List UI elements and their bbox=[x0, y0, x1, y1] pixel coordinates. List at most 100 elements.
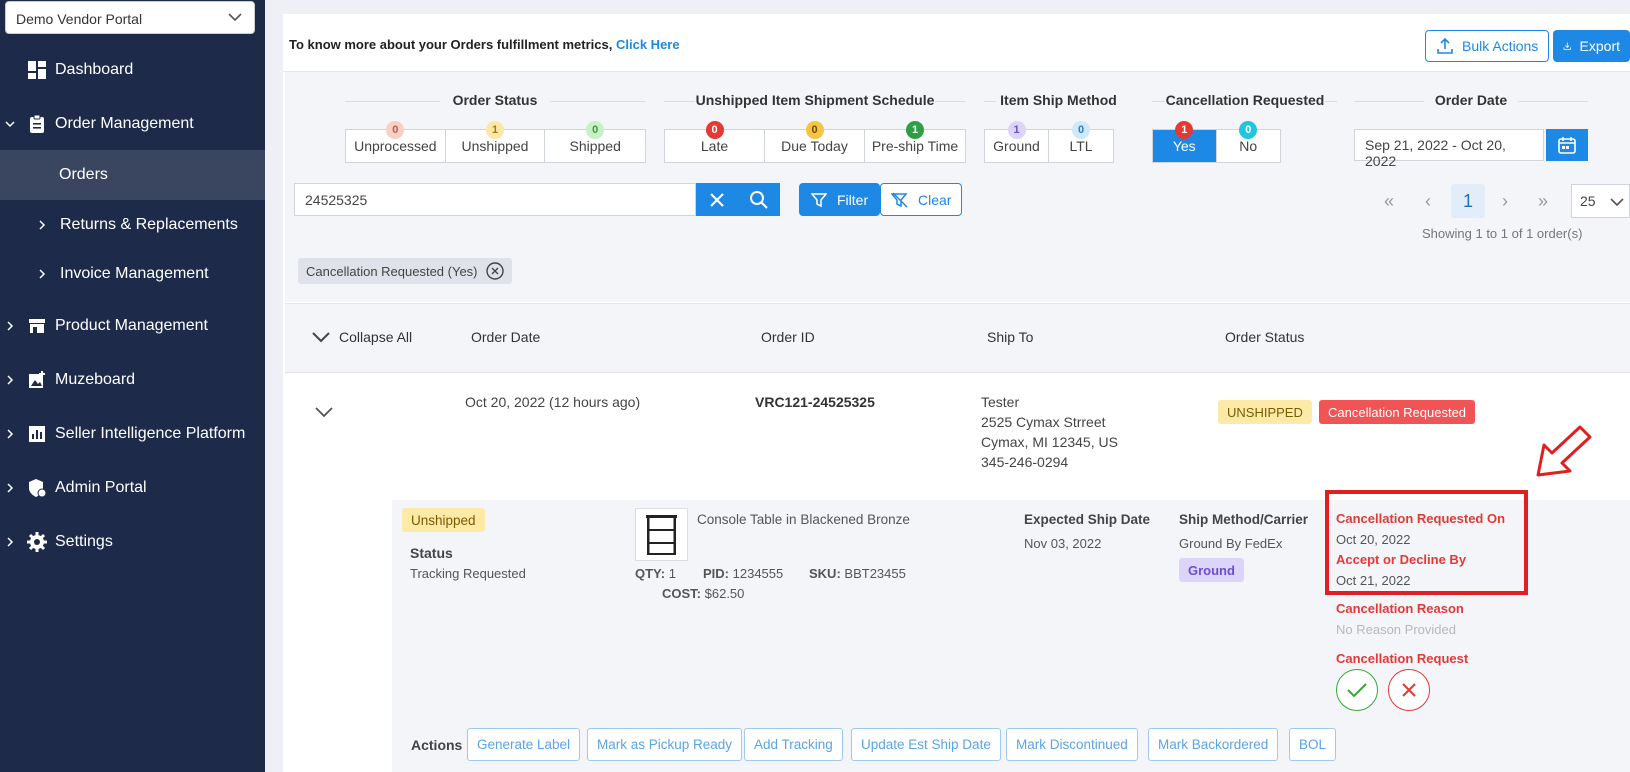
cancellation-title: Cancellation Requested bbox=[1165, 92, 1325, 108]
page-size-select[interactable]: 25 bbox=[1571, 184, 1630, 218]
cancel-request-label: Cancellation Request bbox=[1336, 651, 1469, 666]
chevron-right-icon bbox=[7, 321, 14, 331]
ship-method-filter: 1 Ground 0 LTL bbox=[984, 121, 1114, 163]
product-name[interactable]: Console Table in Blackened Bronze bbox=[697, 512, 910, 527]
results-count: Showing 1 to 1 of 1 order(s) bbox=[1422, 226, 1583, 241]
order-status-filter: 0 Unprocessed 1 Unshipped 0 Shipped bbox=[345, 121, 646, 163]
count-badge: 0 bbox=[705, 121, 724, 139]
expected-ship-value: Nov 03, 2022 bbox=[1024, 536, 1102, 551]
sidebar-item-label: Muzeboard bbox=[55, 371, 136, 388]
current-page[interactable]: 1 bbox=[1451, 184, 1485, 218]
last-page-button[interactable]: » bbox=[1528, 184, 1558, 218]
filter-cancellation-yes[interactable]: 1 Yes bbox=[1153, 121, 1217, 162]
vendor-select[interactable]: Demo Vendor Portal bbox=[5, 1, 255, 34]
chevron-right-icon bbox=[7, 537, 14, 547]
filter-due-today[interactable]: 0 Due Today bbox=[765, 121, 865, 162]
pid: PID: 1234555 bbox=[703, 566, 784, 581]
sidebar-item-muzeboard[interactable]: Muzeboard bbox=[0, 360, 265, 400]
bol-button[interactable]: BOL bbox=[1289, 728, 1337, 761]
count-badge: 1 bbox=[486, 121, 504, 139]
filter-ltl[interactable]: 0 LTL bbox=[1049, 121, 1113, 162]
collapse-all-button[interactable]: Collapse All bbox=[339, 329, 412, 345]
update-est-ship-date-button[interactable]: Update Est Ship Date bbox=[851, 728, 1001, 761]
sidebar-item-orders[interactable]: Orders bbox=[0, 150, 265, 200]
mark-backordered-button[interactable]: Mark Backordered bbox=[1148, 728, 1279, 761]
chevron-right-icon bbox=[7, 375, 14, 385]
clipboard-icon bbox=[30, 114, 44, 133]
sidebar-item-label: Product Management bbox=[55, 317, 208, 334]
filter-button[interactable]: Filter bbox=[799, 183, 881, 216]
sidebar-item-returns[interactable]: Returns & Replacements bbox=[0, 205, 265, 245]
check-icon bbox=[1347, 683, 1367, 698]
clear-filter-button[interactable]: Clear bbox=[880, 183, 963, 216]
chevron-down-icon bbox=[5, 121, 15, 128]
decline-cancellation-button[interactable] bbox=[1388, 669, 1430, 711]
cancel-requested-on-label: Cancellation Requested On bbox=[1336, 511, 1506, 526]
chevron-right-icon bbox=[7, 429, 14, 439]
sidebar-item-label: Admin Portal bbox=[55, 479, 147, 496]
clear-search-button[interactable] bbox=[696, 183, 738, 216]
chevron-right-icon bbox=[39, 220, 46, 230]
cost: COST: $62.50 bbox=[662, 586, 745, 601]
metrics-link[interactable]: Click Here bbox=[616, 37, 680, 52]
sidebar-item-seller-intelligence[interactable]: Seller Intelligence Platform bbox=[0, 414, 265, 454]
next-page-button[interactable]: › bbox=[1490, 184, 1520, 218]
sidebar-item-label: Seller Intelligence Platform bbox=[55, 425, 246, 442]
item-status-pill: Unshipped bbox=[402, 508, 485, 532]
filter-shipped[interactable]: 0 Shipped bbox=[545, 121, 645, 162]
console-table-image bbox=[646, 515, 677, 555]
vendor-select-value: Demo Vendor Portal bbox=[16, 11, 143, 27]
order-id[interactable]: VRC121-24525325 bbox=[755, 392, 875, 412]
image-add-icon bbox=[29, 371, 45, 388]
filter-pre-ship-time[interactable]: 1 Pre-ship Time bbox=[865, 121, 965, 162]
sidebar-item-product-management[interactable]: Product Management bbox=[0, 306, 265, 346]
sidebar-item-settings[interactable]: Settings bbox=[0, 522, 265, 562]
sidebar: Demo Vendor Portal Dashboard Order Manag… bbox=[0, 0, 265, 772]
search-button[interactable] bbox=[738, 183, 780, 216]
product-thumbnail[interactable] bbox=[635, 508, 688, 561]
accept-cancellation-button[interactable] bbox=[1336, 669, 1378, 711]
sidebar-item-label: Dashboard bbox=[55, 61, 134, 78]
store-icon bbox=[29, 319, 45, 333]
cancellation-filter: 1 Yes 0 No bbox=[1152, 121, 1281, 163]
filter-late[interactable]: 0 Late bbox=[665, 121, 765, 162]
mark-discontinued-button[interactable]: Mark Discontinued bbox=[1006, 728, 1138, 761]
status-badge: UNSHIPPED bbox=[1218, 400, 1312, 424]
order-status-title: Order Status bbox=[440, 92, 550, 108]
export-button[interactable]: Export bbox=[1553, 30, 1630, 62]
search-input[interactable]: 24525325 bbox=[294, 183, 696, 216]
count-badge: 0 bbox=[386, 121, 405, 139]
count-badge: 1 bbox=[906, 121, 924, 139]
count-badge: 1 bbox=[1007, 121, 1026, 139]
sidebar-item-dashboard[interactable]: Dashboard bbox=[0, 50, 265, 90]
download-icon bbox=[1563, 42, 1571, 50]
sidebar-item-invoice[interactable]: Invoice Management bbox=[0, 254, 265, 294]
mark-pickup-ready-button[interactable]: Mark as Pickup Ready bbox=[587, 728, 743, 761]
chevron-down-icon[interactable] bbox=[314, 402, 334, 422]
filter-unshipped[interactable]: 1 Unshipped bbox=[446, 121, 546, 162]
chevron-down-icon[interactable] bbox=[312, 328, 330, 346]
dashboard-icon bbox=[28, 61, 46, 79]
sidebar-item-admin-portal[interactable]: Admin Portal bbox=[0, 468, 265, 508]
remove-filter-icon[interactable] bbox=[485, 262, 504, 280]
cancel-requested-on-value: Oct 20, 2022 bbox=[1336, 532, 1411, 547]
cancellation-badge: Cancellation Requested bbox=[1319, 400, 1476, 424]
generate-label-button[interactable]: Generate Label bbox=[467, 728, 581, 761]
order-date-range-input[interactable]: Sep 21, 2022 - Oct 20, 2022 bbox=[1354, 129, 1544, 169]
first-page-button[interactable]: « bbox=[1374, 184, 1404, 218]
accept-by-label: Accept or Decline By bbox=[1336, 552, 1467, 567]
calendar-button[interactable] bbox=[1546, 129, 1588, 161]
bulk-actions-button[interactable]: Bulk Actions bbox=[1425, 30, 1550, 62]
close-icon bbox=[710, 192, 724, 207]
sidebar-item-order-management[interactable]: Order Management bbox=[0, 104, 265, 144]
filter-ground[interactable]: 1 Ground bbox=[985, 121, 1049, 162]
filter-cancellation-no[interactable]: 0 No bbox=[1217, 121, 1281, 162]
schedule-title: Unshipped Item Shipment Schedule bbox=[695, 92, 935, 108]
filter-unprocessed[interactable]: 0 Unprocessed bbox=[346, 121, 446, 162]
count-badge: 1 bbox=[1175, 121, 1194, 139]
sidebar-item-label: Settings bbox=[55, 533, 113, 550]
add-tracking-button[interactable]: Add Tracking bbox=[744, 728, 843, 761]
funnel-clear-icon bbox=[891, 191, 908, 208]
prev-page-button[interactable]: ‹ bbox=[1413, 184, 1443, 218]
chevron-down-icon bbox=[228, 13, 242, 22]
